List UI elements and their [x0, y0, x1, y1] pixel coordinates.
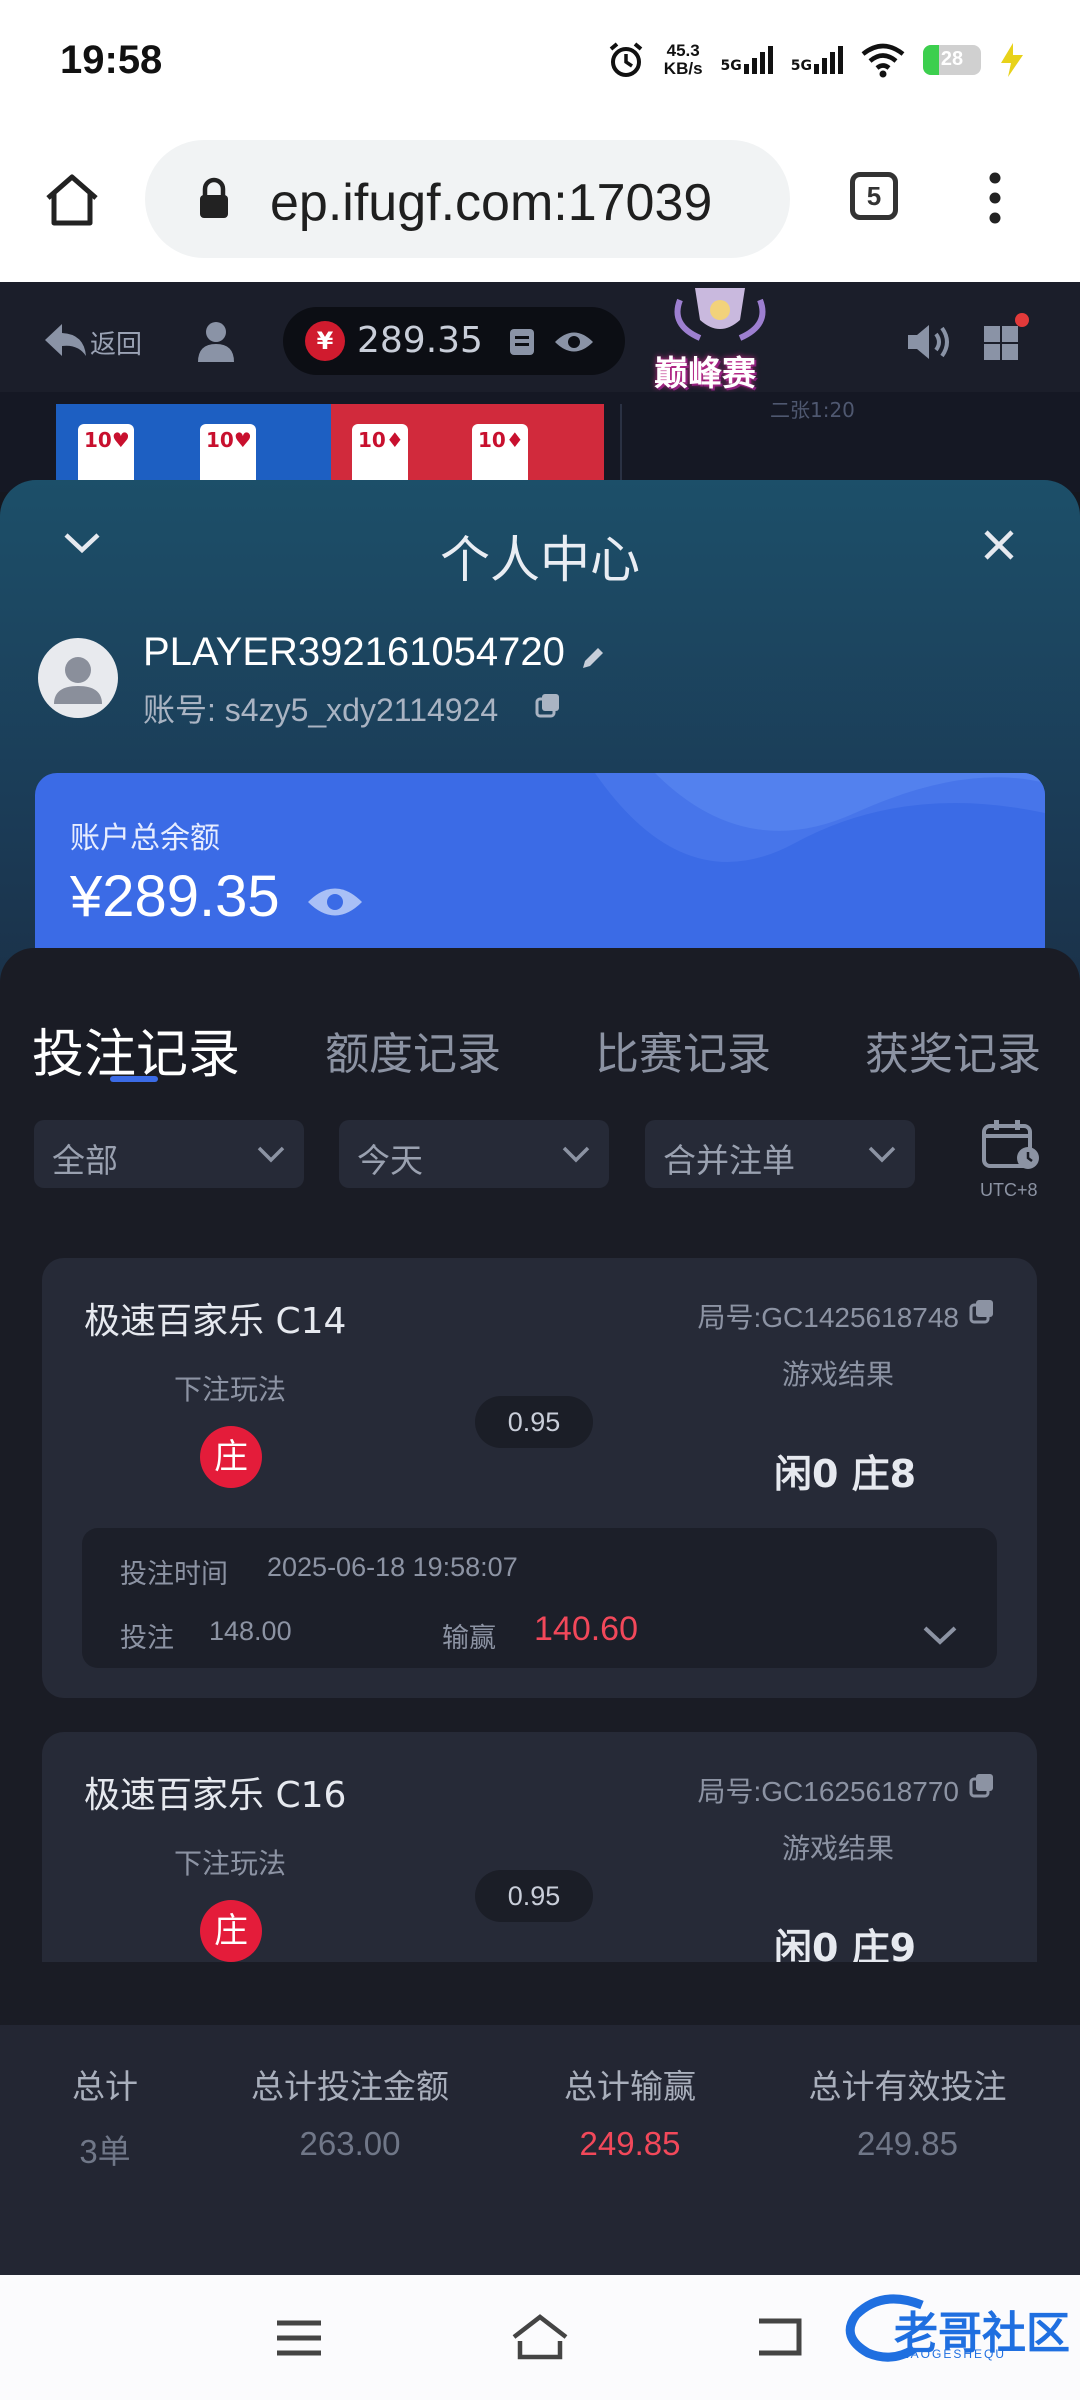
- close-icon[interactable]: [982, 528, 1016, 562]
- account-id: 账号: s4zy5_xdy2114924: [143, 692, 499, 728]
- banker-chip: 庄: [200, 1900, 262, 1962]
- chevron-down-icon: [868, 1146, 896, 1163]
- record-round-id: 局号:GC1425618748: [697, 1302, 959, 1333]
- total-winloss: 249.85: [579, 2125, 681, 2162]
- watermark-logo: 老哥社区 LAOGESHEQU: [842, 2293, 1072, 2363]
- edit-pencil-icon[interactable]: [580, 645, 606, 671]
- lock-icon: [200, 177, 228, 218]
- status-bar: 19:58 45.3 KB/s 5G 5G 28: [0, 0, 1080, 130]
- record-round-id: 局号:GC1625618770: [697, 1776, 959, 1807]
- bet-record-card[interactable]: 极速百家乐 C14 局号:GC1425618748 下注玩法 庄 0.95 游戏…: [42, 1258, 1037, 1698]
- wallet-icon[interactable]: [508, 327, 536, 357]
- watermark-sub: LAOGESHEQU: [902, 2347, 1007, 2361]
- table-hint: 二张1:20: [770, 398, 855, 422]
- header-balance-pill: ¥ 289.35: [283, 307, 625, 375]
- url-text: ep.ifugf.com:17039: [270, 174, 713, 232]
- record-details: 投注时间 2025-06-18 19:58:07 投注 148.00 输赢 14…: [82, 1528, 997, 1668]
- tournament-badge-text: 巅峰赛: [654, 354, 756, 394]
- modal-title: 个人中心: [440, 531, 640, 589]
- balance-label: 账户总余额: [70, 821, 220, 856]
- copy-icon[interactable]: [969, 1772, 995, 1798]
- chevron-down-icon: [257, 1146, 285, 1163]
- total-stake-label: 总计投注金额: [251, 2067, 449, 2106]
- yen-icon: ¥: [305, 321, 345, 361]
- copy-icon[interactable]: [535, 692, 561, 718]
- status-icons: 45.3 KB/s 5G 5G 28: [606, 40, 1025, 80]
- back-arrow-icon[interactable]: [42, 322, 88, 358]
- bet-type-label: 下注玩法: [174, 1373, 287, 1406]
- avatar[interactable]: [38, 638, 118, 718]
- game-result: 闲0 庄9: [774, 1926, 917, 1962]
- tab-prize-records[interactable]: 获奖记录: [865, 1018, 1041, 1082]
- game-result-label: 游戏结果: [782, 1832, 895, 1865]
- status-time: 19:58: [60, 38, 163, 82]
- record-game-title: 极速百家乐 C16: [84, 1775, 347, 1816]
- bet-time: 2025-06-18 19:58:07: [267, 1552, 518, 1582]
- wifi-icon: [861, 43, 905, 78]
- game-header: 返回 ¥ 289.35 巅峰赛: [0, 280, 1080, 394]
- banker-chip: 庄: [200, 1426, 262, 1488]
- expand-chevron-icon[interactable]: [922, 1624, 958, 1646]
- player-name: PLAYER392161054720: [143, 630, 565, 674]
- chevron-down-icon: [562, 1146, 590, 1163]
- eye-icon[interactable]: [553, 329, 595, 355]
- tab-credit-records[interactable]: 额度记录: [325, 1018, 501, 1082]
- apps-menu-icon[interactable]: [982, 312, 1032, 362]
- tournament-badge[interactable]: 巅峰赛: [650, 280, 790, 394]
- battery-icon: 28: [923, 45, 981, 75]
- active-tab-indicator: [110, 1076, 158, 1082]
- filter-merge[interactable]: 合并注单: [645, 1120, 915, 1188]
- calendar-timezone-icon[interactable]: [982, 1120, 1042, 1172]
- header-balance: 289.35: [357, 320, 483, 361]
- home-icon[interactable]: [42, 172, 102, 228]
- total-winloss-label: 总计输赢: [564, 2067, 696, 2106]
- odds-badge: 0.95: [475, 1396, 593, 1448]
- win-loss-label: 输赢: [442, 1623, 496, 1654]
- tabs-button[interactable]: 5: [850, 172, 898, 220]
- total-count-label: 总计: [72, 2067, 138, 2106]
- sound-icon[interactable]: [905, 322, 955, 362]
- filter-date[interactable]: 今天: [339, 1120, 609, 1188]
- signal-icon: 5G: [721, 46, 773, 74]
- total-valid: 249.85: [857, 2125, 958, 2162]
- user-icon[interactable]: [196, 320, 236, 362]
- game-result-label: 游戏结果: [782, 1358, 895, 1391]
- browser-toolbar: ep.ifugf.com:17039 5: [0, 130, 1080, 282]
- net-speed: 45.3 KB/s: [663, 41, 703, 78]
- stake-label: 投注: [120, 1623, 174, 1654]
- game-table-background: 10♥ 10♥ 10♦ 10♦ 二张1:20: [0, 392, 1080, 492]
- back-label[interactable]: 返回: [90, 324, 142, 361]
- copy-icon[interactable]: [969, 1298, 995, 1324]
- tab-match-records[interactable]: 比赛记录: [595, 1018, 771, 1082]
- timezone-label: UTC+8: [980, 1180, 1038, 1200]
- balance-amount: ¥289.35: [70, 864, 280, 929]
- filter-game-type[interactable]: 全部: [34, 1120, 304, 1188]
- more-menu-icon[interactable]: [985, 170, 1005, 226]
- total-valid-label: 总计有效投注: [808, 2067, 1007, 2106]
- win-loss-amount: 140.60: [534, 1610, 638, 1648]
- total-stake: 263.00: [299, 2125, 401, 2162]
- bet-type-label: 下注玩法: [174, 1847, 287, 1880]
- nav-back-icon[interactable]: [755, 2315, 803, 2359]
- game-result: 闲0 庄8: [774, 1452, 917, 1496]
- nav-home-icon[interactable]: [510, 2313, 570, 2361]
- record-game-title: 极速百家乐 C14: [84, 1301, 347, 1342]
- stake-amount: 148.00: [209, 1616, 292, 1646]
- total-count: 3单: [79, 2133, 131, 2170]
- totals-bar: 总计 总计投注金额 总计输赢 总计有效投注 3单 263.00 249.85 2…: [0, 2025, 1080, 2275]
- signal-icon-2: 5G: [791, 46, 843, 74]
- odds-badge: 0.95: [475, 1870, 593, 1922]
- alarm-icon: [609, 42, 643, 77]
- avatar-user-icon: [54, 657, 102, 704]
- recents-menu-icon[interactable]: [275, 2319, 323, 2357]
- bet-time-label: 投注时间: [120, 1559, 228, 1590]
- bet-record-card[interactable]: 极速百家乐 C16 局号:GC1625618770 下注玩法 庄 0.95 游戏…: [42, 1732, 1037, 1962]
- address-bar[interactable]: ep.ifugf.com:17039: [145, 140, 790, 258]
- charging-icon: [1001, 43, 1023, 77]
- eye-icon[interactable]: [305, 883, 365, 921]
- personal-center-modal: 个人中心 PLAYER392161054720 账号: s4zy5_xdy211…: [0, 480, 1080, 2275]
